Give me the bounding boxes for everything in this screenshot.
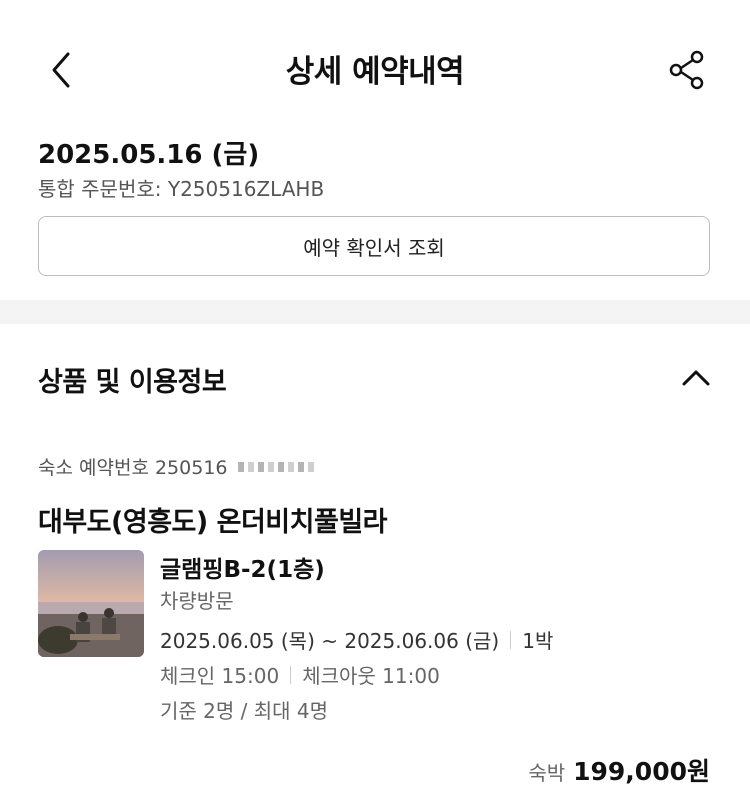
order-date: 2025.05.16 (금) bbox=[38, 140, 260, 170]
check-times: 체크인 15:00 체크아웃 11:00 bbox=[160, 660, 440, 689]
property-name: 대부도(영흥도) 온더비치풀빌라 bbox=[38, 507, 388, 538]
separator bbox=[290, 665, 292, 684]
reservation-number: 숙소 예약번호 250516 bbox=[38, 453, 314, 480]
room-name: 글램핑B-2(1층) bbox=[160, 557, 325, 583]
nights: 1박 bbox=[522, 629, 554, 653]
chevron-up-icon[interactable] bbox=[676, 362, 716, 394]
check-out: 체크아웃 11:00 bbox=[302, 664, 440, 688]
page-title: 상세 예약내역 bbox=[285, 54, 465, 90]
order-number: 통합 주문번호: Y250516ZLAHB bbox=[38, 177, 325, 201]
section-title: 상품 및 이용정보 bbox=[38, 367, 227, 398]
reservation-number-text: 숙소 예약번호 250516 bbox=[38, 457, 228, 479]
visit-type: 차량방문 bbox=[160, 589, 234, 613]
share-icon[interactable] bbox=[664, 48, 708, 92]
separator bbox=[510, 630, 512, 649]
stay-dates: 2025.06.05 (목) ~ 2025.06.06 (금) 1박 bbox=[160, 625, 553, 654]
capacity: 기준 2명 / 최대 4명 bbox=[160, 699, 329, 723]
room-thumbnail[interactable] bbox=[38, 550, 144, 657]
section-divider bbox=[0, 300, 750, 324]
price-label: 숙박 bbox=[528, 761, 566, 785]
reservation-confirmation-button[interactable]: 예약 확인서 조회 bbox=[38, 216, 710, 276]
date-range: 2025.06.05 (목) ~ 2025.06.06 (금) bbox=[160, 629, 500, 653]
check-in: 체크인 15:00 bbox=[160, 664, 280, 688]
masked-number bbox=[237, 461, 314, 472]
